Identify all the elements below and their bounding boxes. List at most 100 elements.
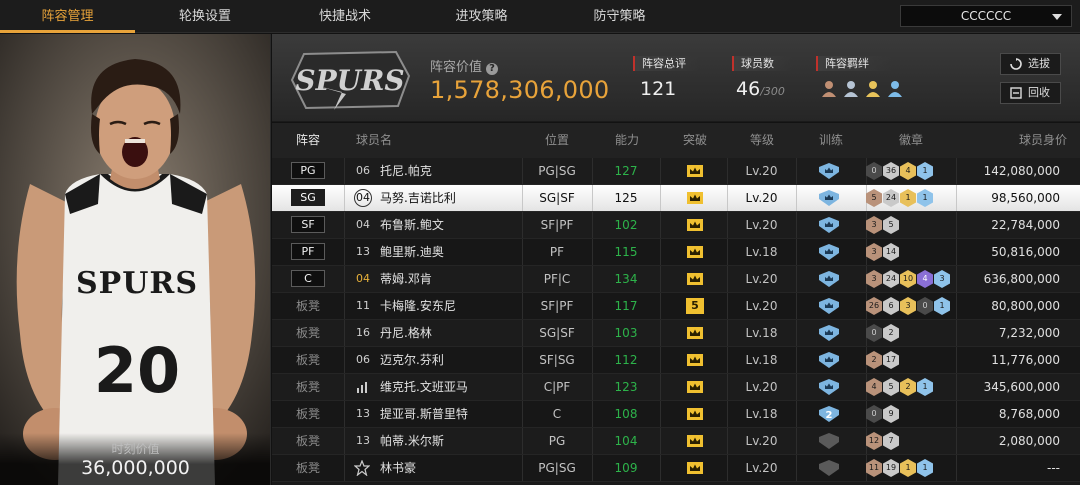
col-badges[interactable]: 徽章 <box>866 123 956 158</box>
breakthrough-crown-icon[interactable] <box>686 163 704 183</box>
breakthrough-crown-icon[interactable] <box>686 190 704 210</box>
training-icon[interactable] <box>818 163 840 183</box>
column-divider <box>796 374 797 400</box>
column-divider <box>660 239 661 265</box>
badge-hex-icon: 5 <box>883 216 899 234</box>
breakthrough-crown-icon[interactable] <box>686 433 704 453</box>
column-divider <box>660 455 661 481</box>
bond-icons[interactable] <box>820 78 912 104</box>
position-slot-badge[interactable]: C <box>291 270 325 287</box>
player-name[interactable]: 布鲁斯.鲍文 <box>380 212 444 238</box>
player-name[interactable]: 丹尼.格林 <box>380 320 432 346</box>
player-power: 112 <box>614 353 638 367</box>
bond-icon-2 <box>844 81 858 97</box>
position-slot-badge[interactable]: SG <box>291 189 325 206</box>
table-row[interactable]: 板凳 11 卡梅隆.安东尼 SF|PF 117 5 Lv.20 26 6 3 0 1 80,800,00… <box>272 293 1080 320</box>
player-name[interactable]: 林书豪 <box>380 455 416 481</box>
player-name[interactable]: 卡梅隆.安东尼 <box>380 293 456 319</box>
breakthrough-crown-icon[interactable] <box>686 460 704 480</box>
tab-offense[interactable]: 进攻策略 <box>415 0 548 33</box>
team-select-dropdown[interactable]: CCCCCC <box>900 5 1072 27</box>
tab-rotation[interactable]: 轮换设置 <box>135 0 275 33</box>
training-icon[interactable] <box>818 352 840 372</box>
table-row[interactable]: C 04 蒂姆.邓肯 PF|C 134 Lv.20 3 24 10 4 3 636,800,000 <box>272 266 1080 293</box>
table-row[interactable]: 板凳 林书豪 PG|SG 109 Lv.20 11 19 1 1 --- <box>272 455 1080 482</box>
jersey-number: 04 <box>356 272 370 285</box>
training-icon[interactable] <box>818 298 840 318</box>
col-position[interactable]: 位置 <box>522 123 592 158</box>
training-locked-icon[interactable] <box>818 433 840 453</box>
jersey-number: 06 <box>356 164 370 177</box>
player-name[interactable]: 帕蒂.米尔斯 <box>380 428 444 454</box>
player-name[interactable]: 马努.吉诺比利 <box>380 185 456 211</box>
player-count-label: 球员数 <box>732 56 792 71</box>
col-power[interactable]: 能力 <box>592 123 662 158</box>
player-level: Lv.20 <box>745 191 778 205</box>
signal-bars-icon <box>357 382 367 393</box>
training-icon[interactable] <box>818 379 840 399</box>
player-name[interactable]: 维克托.文班亚马 <box>380 374 468 400</box>
breakthrough-crown-icon[interactable] <box>686 379 704 399</box>
recycle-button[interactable]: 回收 <box>1000 82 1061 104</box>
breakthrough-crown-icon[interactable] <box>686 406 704 426</box>
table-row[interactable]: SG 04 马努.吉诺比利 SG|SF 125 Lv.20 5 24 1 1 98,560,000 <box>272 185 1080 212</box>
breakthrough-crown-icon[interactable] <box>686 352 704 372</box>
tab-defense[interactable]: 防守策略 <box>548 0 691 33</box>
player-level: Lv.20 <box>745 380 778 394</box>
col-lineup[interactable]: 阵容 <box>272 123 344 158</box>
breakthrough-level-badge[interactable]: 5 <box>686 298 704 314</box>
position-slot-badge[interactable]: SF <box>291 216 325 233</box>
badge-hex-icon: 3 <box>866 216 882 234</box>
col-breakthrough[interactable]: 突破 <box>660 123 730 158</box>
player-count: 46/300 <box>736 78 785 100</box>
position-slot-badge[interactable]: PG <box>291 162 325 179</box>
bond-icon-1 <box>822 81 836 97</box>
badge-hex-icon: 1 <box>917 162 933 180</box>
player-power: 102 <box>614 218 638 232</box>
table-row[interactable]: 板凳 13 提亚哥.斯普里特 C 108 Lv.18 2 0 9 8,768,000 <box>272 401 1080 428</box>
table-row[interactable]: SF 04 布鲁斯.鲍文 SF|PF 102 Lv.20 3 5 22,784,000 <box>272 212 1080 239</box>
col-level[interactable]: 等级 <box>727 123 797 158</box>
table-row[interactable]: PF 13 鲍里斯.迪奥 PF 115 Lv.18 3 14 50,816,000 <box>272 239 1080 266</box>
badge-hex-icon: 1 <box>917 459 933 477</box>
column-divider <box>344 374 345 400</box>
training-icon[interactable] <box>818 325 840 345</box>
team-select-value: CCCCCC <box>960 9 1012 23</box>
tab-quick-tactics[interactable]: 快捷战术 <box>275 0 415 33</box>
col-name[interactable]: 球员名 <box>356 123 416 158</box>
column-divider <box>660 428 661 454</box>
badge-hex-icon: 9 <box>883 405 899 423</box>
player-name[interactable]: 蒂姆.邓肯 <box>380 266 432 292</box>
player-name[interactable]: 提亚哥.斯普里特 <box>380 401 468 427</box>
training-locked-icon[interactable] <box>818 460 840 480</box>
player-name[interactable]: 托尼.帕克 <box>380 158 432 184</box>
training-icon[interactable]: 2 <box>818 406 840 426</box>
help-icon[interactable]: ? <box>486 63 499 75</box>
col-salary[interactable]: 球员身价 <box>987 123 1067 158</box>
breakthrough-crown-icon[interactable] <box>686 271 704 291</box>
table-row[interactable]: 板凳 16 丹尼.格林 SG|SF 103 Lv.18 0 2 7,232,000 <box>272 320 1080 347</box>
column-divider <box>956 293 957 319</box>
col-training[interactable]: 训练 <box>796 123 866 158</box>
table-row[interactable]: 板凳 13 帕蒂.米尔斯 PG 104 Lv.20 12 7 2,080,000 <box>272 428 1080 455</box>
breakthrough-crown-icon[interactable] <box>686 217 704 237</box>
position-slot-badge[interactable]: PF <box>291 243 325 260</box>
training-icon[interactable] <box>818 271 840 291</box>
select-button[interactable]: 选拔 <box>1000 53 1061 75</box>
table-row[interactable]: 板凳 维克托.文班亚马 C|PF 123 Lv.20 4 5 2 1 345,600,000 <box>272 374 1080 401</box>
player-name[interactable]: 鲍里斯.迪奥 <box>380 239 444 265</box>
training-icon[interactable] <box>818 190 840 210</box>
badge-hex-icon: 24 <box>883 189 899 207</box>
player-name[interactable]: 迈克尔.芬利 <box>380 347 444 373</box>
breakthrough-crown-icon[interactable] <box>686 325 704 345</box>
breakthrough-crown-icon[interactable] <box>686 244 704 264</box>
column-divider <box>344 212 345 238</box>
table-row[interactable]: 板凳 06 迈克尔.芬利 SF|SG 112 Lv.18 2 17 11,776,000 <box>272 347 1080 374</box>
player-card[interactable]: SPURS 20 时刻价值 36,000,000 <box>0 34 271 485</box>
training-icon[interactable] <box>818 217 840 237</box>
table-row[interactable]: PG 06 托尼.帕克 PG|SG 127 Lv.20 0 36 4 1 142,080,000 <box>272 158 1080 185</box>
tab-lineup[interactable]: 阵容管理 <box>0 0 135 33</box>
badge-hex-icon: 2 <box>866 351 882 369</box>
player-power: 115 <box>614 245 638 259</box>
training-icon[interactable] <box>818 244 840 264</box>
